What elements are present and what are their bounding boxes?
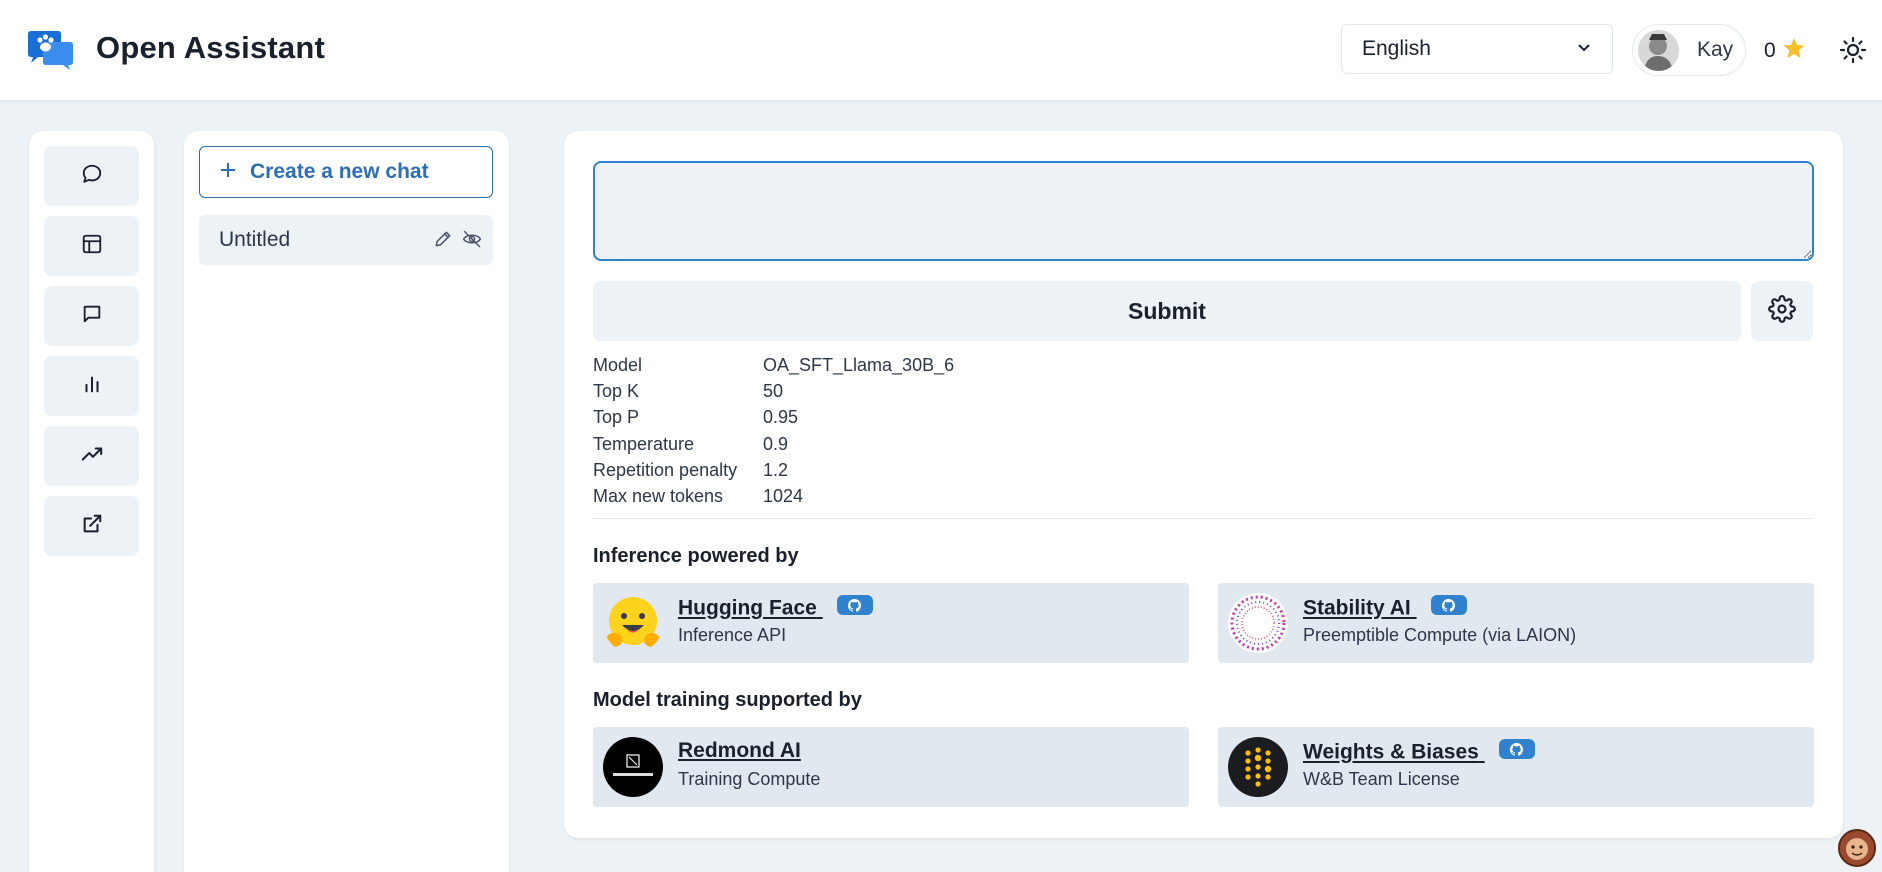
sponsor-card-hugging-face: Hugging Face Inference API bbox=[593, 583, 1189, 663]
sponsor-link[interactable]: Hugging Face bbox=[678, 595, 873, 621]
nav-stats-button[interactable] bbox=[44, 426, 139, 486]
edit-pencil-icon[interactable] bbox=[433, 229, 453, 255]
user-name: Kay bbox=[1697, 38, 1734, 61]
stability-ai-logo-icon bbox=[1228, 593, 1288, 653]
plus-icon bbox=[220, 160, 236, 184]
nav-leaderboard-button[interactable] bbox=[44, 356, 139, 416]
nav-messages-button[interactable] bbox=[44, 286, 139, 346]
sponsor-description: Training Compute bbox=[678, 769, 821, 789]
param-row-top-p: Top P 0.95 bbox=[593, 405, 954, 431]
sponsor-card-stability-ai: Stability AI Preemptible Compute (via LA… bbox=[1218, 583, 1814, 663]
param-row-temperature: Temperature 0.9 bbox=[593, 431, 954, 457]
github-icon[interactable] bbox=[1498, 739, 1535, 759]
param-row-model: Model OA_SFT_Llama_30B_6 bbox=[593, 352, 954, 378]
param-row-max-new-tokens: Max new tokens 1024 bbox=[593, 483, 954, 509]
param-row-top-k: Top K 50 bbox=[593, 378, 954, 404]
submit-button[interactable]: Submit bbox=[593, 281, 1741, 341]
user-avatar bbox=[1638, 29, 1679, 71]
dashboard-layout-icon bbox=[81, 233, 103, 260]
floating-avatar-icon[interactable] bbox=[1838, 829, 1876, 867]
language-select[interactable]: English bbox=[1341, 24, 1613, 74]
chat-list-item[interactable]: Untitled bbox=[199, 215, 493, 265]
star-icon bbox=[1782, 36, 1806, 66]
chat-bubble-icon bbox=[81, 163, 103, 190]
app-title[interactable]: Open Assistant bbox=[96, 30, 325, 66]
top-header: Open Assistant English Kay 0 bbox=[0, 0, 1882, 101]
sponsor-description: Preemptible Compute (via LAION) bbox=[1303, 625, 1577, 645]
message-square-icon bbox=[81, 303, 103, 330]
score-value: 0 bbox=[1764, 39, 1776, 62]
nav-dashboard-button[interactable] bbox=[44, 216, 139, 276]
divider bbox=[593, 518, 1814, 519]
bar-chart-icon bbox=[81, 373, 103, 400]
param-label: Temperature bbox=[593, 433, 695, 454]
external-link-icon bbox=[81, 513, 103, 540]
redmond-ai-logo-icon bbox=[603, 737, 663, 797]
sponsor-card-weights-biases: Weights & Biases W&B Team License bbox=[1218, 727, 1814, 807]
sponsor-name[interactable]: Stability AI bbox=[1303, 597, 1411, 620]
param-label: Top P bbox=[593, 407, 640, 428]
language-select-value: English bbox=[1362, 37, 1431, 60]
param-row-repetition-penalty: Repetition penalty 1.2 bbox=[593, 457, 954, 483]
chevron-down-icon bbox=[1576, 37, 1592, 61]
inference-section-title: Inference powered by bbox=[593, 545, 799, 567]
hugging-face-logo-icon bbox=[603, 593, 663, 653]
settings-button[interactable] bbox=[1751, 281, 1813, 341]
weights-biases-logo-icon bbox=[1228, 737, 1288, 797]
chat-title: Untitled bbox=[219, 228, 291, 251]
param-value: 50 bbox=[763, 380, 784, 401]
param-value: OA_SFT_Llama_30B_6 bbox=[763, 354, 955, 375]
training-section-title: Model training supported by bbox=[593, 689, 862, 711]
param-label: Top K bbox=[593, 380, 640, 401]
chat-list-panel: Create a new chat Untitled bbox=[184, 131, 509, 872]
nav-external-link-button[interactable] bbox=[44, 496, 139, 556]
main-chat-panel: Submit Model OA_SFT_Llama_30B_6 Top K 50… bbox=[564, 131, 1843, 838]
user-menu-button[interactable]: Kay bbox=[1632, 24, 1746, 76]
hide-eye-off-icon[interactable] bbox=[461, 229, 483, 255]
create-new-chat-button[interactable]: Create a new chat bbox=[199, 146, 493, 198]
model-params-list: Model OA_SFT_Llama_30B_6 Top K 50 Top P … bbox=[593, 352, 954, 510]
sponsor-description: W&B Team License bbox=[1303, 769, 1460, 789]
prompt-input[interactable] bbox=[593, 161, 1814, 261]
user-score[interactable]: 0 bbox=[1764, 36, 1806, 66]
gear-icon bbox=[1768, 294, 1796, 328]
param-value: 0.95 bbox=[763, 407, 799, 428]
nav-rail bbox=[29, 131, 154, 872]
sponsor-name[interactable]: Hugging Face bbox=[678, 597, 817, 620]
theme-toggle-sun-icon[interactable] bbox=[1836, 33, 1870, 67]
sponsor-link[interactable]: Stability AI bbox=[1303, 595, 1467, 621]
sponsor-description: Inference API bbox=[678, 625, 787, 645]
create-new-chat-label: Create a new chat bbox=[250, 160, 429, 183]
github-icon[interactable] bbox=[836, 595, 873, 615]
github-icon[interactable] bbox=[1430, 595, 1467, 615]
sponsor-name[interactable]: Weights & Biases bbox=[1303, 741, 1479, 764]
param-label: Max new tokens bbox=[593, 486, 724, 507]
param-value: 0.9 bbox=[763, 433, 789, 454]
sponsor-link[interactable]: Weights & Biases bbox=[1303, 739, 1535, 765]
param-value: 1.2 bbox=[763, 459, 789, 480]
param-label: Model bbox=[593, 354, 643, 375]
nav-chat-button[interactable] bbox=[44, 146, 139, 206]
param-value: 1024 bbox=[763, 486, 804, 507]
sponsor-card-redmond-ai: Redmond AI Training Compute bbox=[593, 727, 1189, 807]
open-assistant-logo-icon[interactable] bbox=[26, 30, 76, 70]
param-label: Repetition penalty bbox=[593, 459, 738, 480]
sponsor-name[interactable]: Redmond AI bbox=[678, 739, 801, 762]
sponsor-link[interactable]: Redmond AI bbox=[678, 739, 801, 763]
trending-up-icon bbox=[81, 443, 103, 470]
